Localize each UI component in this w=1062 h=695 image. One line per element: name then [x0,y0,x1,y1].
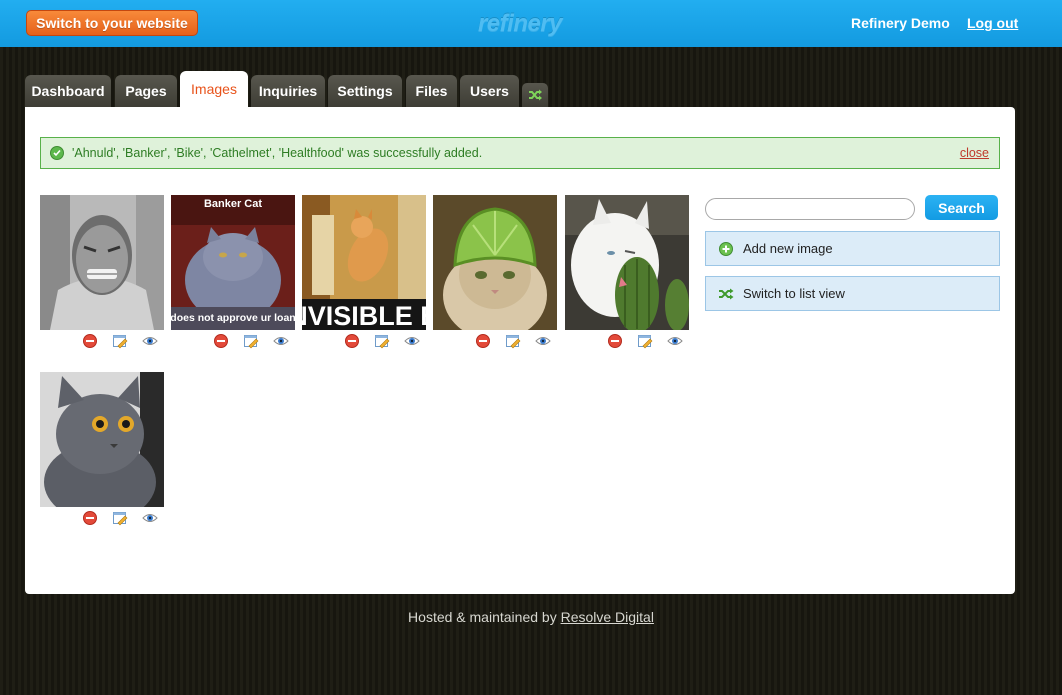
preview-eye-icon[interactable] [273,333,289,349]
image-actions [213,333,293,349]
tab-users[interactable]: Users [460,75,519,107]
top-bar: Switch to your website refinery Refinery… [0,0,1062,47]
surprised-cat-image [40,372,164,507]
reorder-tabs-button[interactable] [522,83,548,107]
flash-message: 'Ahnuld', 'Banker', 'Bike', 'Cathelmet',… [72,146,483,160]
delete-icon[interactable] [82,333,98,349]
flash-close-link[interactable]: close [960,146,989,160]
preview-eye-icon[interactable] [404,333,420,349]
edit-icon[interactable] [112,510,128,526]
edit-icon[interactable] [243,333,259,349]
delete-icon[interactable] [607,333,623,349]
switch-to-list-view-button[interactable]: Switch to list view [705,276,1000,311]
image-actions [344,333,424,349]
image-actions [475,333,555,349]
image-thumbnail[interactable] [40,372,164,507]
ahnuld-image [40,195,164,330]
preview-eye-icon[interactable] [142,510,158,526]
tick-icon [50,146,64,160]
image-actions [607,333,687,349]
banker-caption-bottom: does not approve ur loan [171,312,295,324]
add-circle-icon [719,241,733,256]
delete-icon[interactable] [213,333,229,349]
bike-image: INVISIBLE BI [302,195,426,330]
image-actions [82,333,162,349]
add-new-image-button[interactable]: Add new image [705,231,1000,266]
image-actions [82,510,162,526]
delete-icon[interactable] [475,333,491,349]
bike-caption: INVISIBLE BI [302,301,426,330]
image-thumbnail[interactable] [40,195,164,330]
switch-to-website-button[interactable]: Switch to your website [26,10,198,36]
shuffle-icon [529,89,542,101]
preview-eye-icon[interactable] [535,333,551,349]
delete-icon[interactable] [82,510,98,526]
delete-icon[interactable] [344,333,360,349]
tab-dashboard[interactable]: Dashboard [25,75,111,107]
banker-image: Banker Cat does not approve ur loan [171,195,295,330]
preview-eye-icon[interactable] [142,333,158,349]
image-thumbnail[interactable] [565,195,689,330]
footer: Hosted & maintained by Resolve Digital [0,609,1062,625]
edit-icon[interactable] [637,333,653,349]
add-new-image-label: Add new image [743,241,833,256]
tab-images[interactable]: Images [180,71,248,107]
tab-files[interactable]: Files [406,75,457,107]
resolve-digital-link[interactable]: Resolve Digital [561,609,654,625]
tab-inquiries[interactable]: Inquiries [251,75,325,107]
refinery-logo: refinery [477,10,563,37]
preview-eye-icon[interactable] [667,333,683,349]
tab-settings[interactable]: Settings [328,75,402,107]
switch-to-list-view-label: Switch to list view [743,286,845,301]
edit-icon[interactable] [374,333,390,349]
banker-caption-top: Banker Cat [204,198,262,210]
cathelmet-image [433,195,557,330]
image-thumbnail[interactable]: INVISIBLE BI [302,195,426,330]
switch-view-icon [719,288,734,299]
search-button[interactable]: Search [925,195,998,220]
search-input[interactable] [705,198,915,220]
tab-pages[interactable]: Pages [115,75,177,107]
success-flash: 'Ahnuld', 'Banker', 'Bike', 'Cathelmet',… [40,137,1000,169]
edit-icon[interactable] [505,333,521,349]
footer-prefix: Hosted & maintained by [408,609,557,625]
site-name: Refinery Demo [851,15,950,31]
healthfood-image [565,195,689,330]
image-thumbnail[interactable] [433,195,557,330]
edit-icon[interactable] [112,333,128,349]
image-thumbnail[interactable]: Banker Cat does not approve ur loan [171,195,295,330]
content-panel: 'Ahnuld', 'Banker', 'Bike', 'Cathelmet',… [25,107,1015,594]
logout-link[interactable]: Log out [967,15,1018,31]
